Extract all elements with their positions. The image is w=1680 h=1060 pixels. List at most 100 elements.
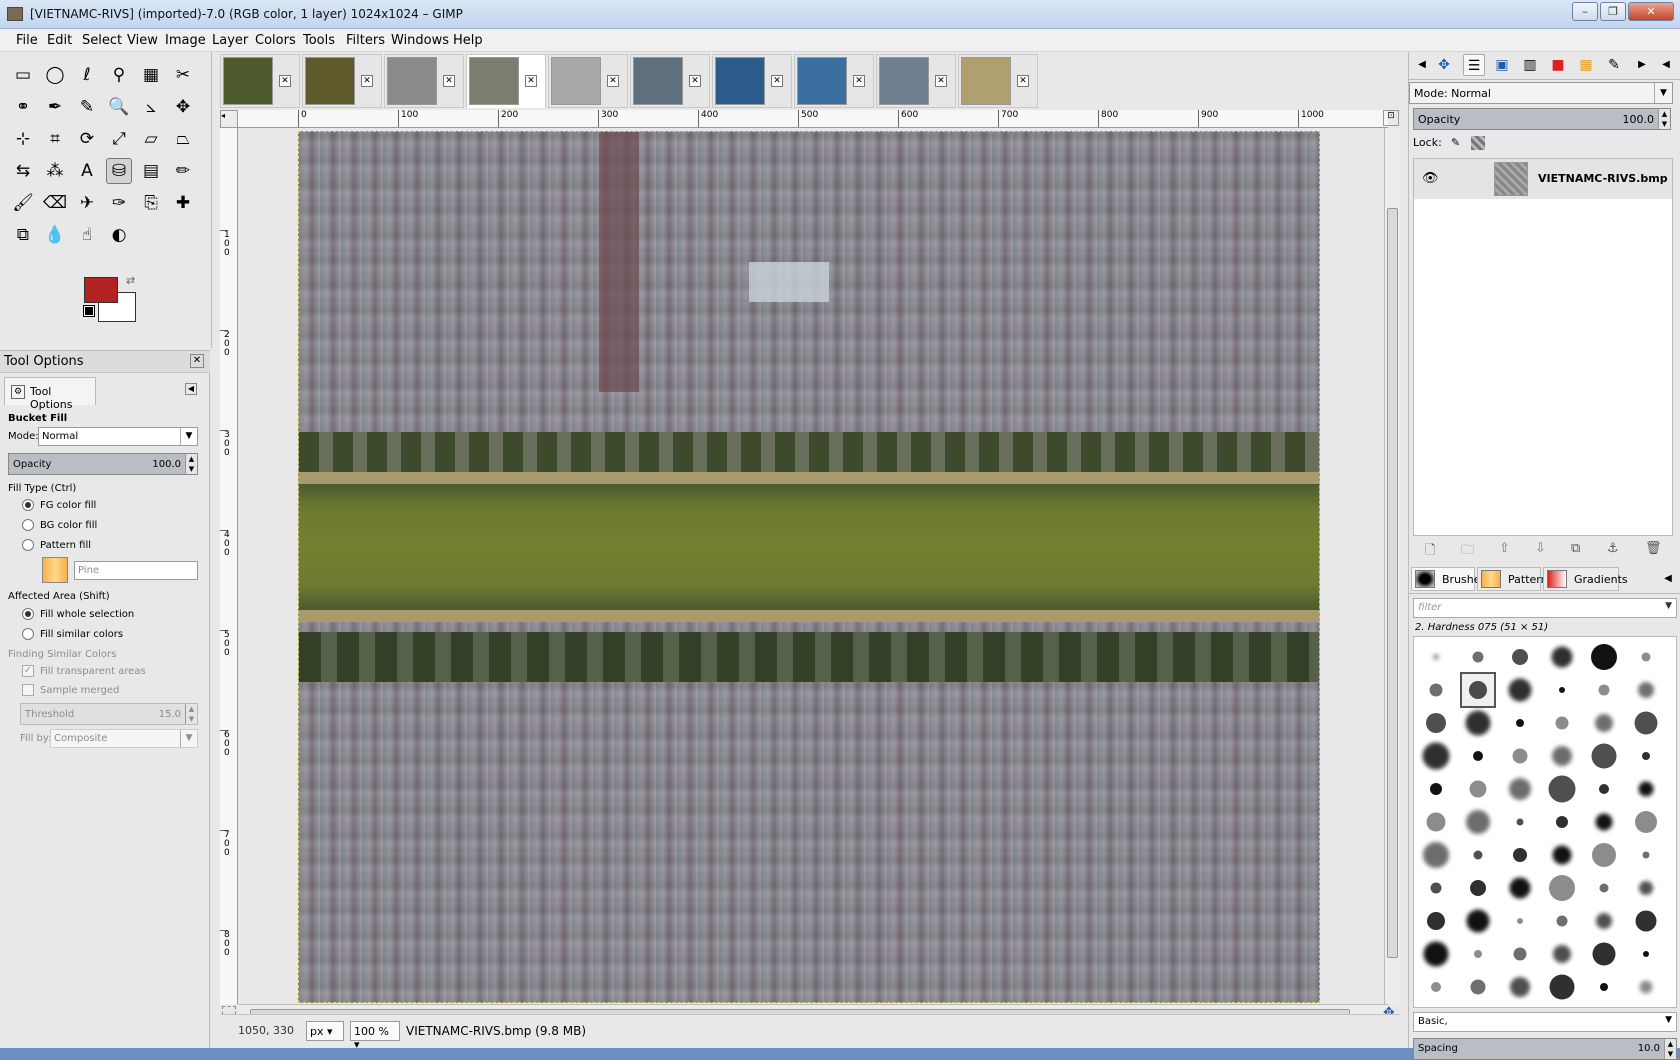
visibility-eye-icon[interactable]: 👁: [1422, 171, 1439, 186]
lock-alpha-icon[interactable]: [1471, 136, 1485, 150]
color-picker-icon[interactable]: ✎: [74, 94, 100, 120]
brush-preview[interactable]: [1504, 707, 1536, 739]
units-dropdown[interactable]: px ▾: [306, 1021, 344, 1041]
lock-pixels-icon[interactable]: ✎: [1451, 136, 1460, 149]
tab-tool-options[interactable]: ⚙ Tool Options: [4, 377, 96, 411]
eraser-icon[interactable]: ⌫: [42, 190, 68, 216]
brush-preview[interactable]: [1630, 839, 1662, 871]
colors-tab-icon[interactable]: ▦: [1575, 54, 1597, 76]
brush-preview[interactable]: [1630, 905, 1662, 937]
image-tab[interactable]: ✕: [794, 54, 874, 108]
brush-preview[interactable]: [1504, 839, 1536, 871]
menu-edit[interactable]: Edit: [47, 33, 72, 48]
brush-preview[interactable]: [1504, 674, 1536, 706]
fill-by-dropdown[interactable]: Composite ▼: [50, 729, 198, 748]
menu-image[interactable]: Image: [165, 33, 206, 48]
brush-preview[interactable]: [1588, 806, 1620, 838]
brush-preview[interactable]: [1546, 839, 1578, 871]
menu-windows[interactable]: Windows: [391, 33, 449, 48]
radio-fg-color-fill[interactable]: [22, 499, 34, 511]
brush-preview[interactable]: [1462, 839, 1494, 871]
ink-icon[interactable]: ✑: [106, 190, 132, 216]
tab-menu-icon[interactable]: ◀: [185, 383, 197, 395]
blend-icon[interactable]: ▤: [138, 158, 164, 184]
smudge-icon[interactable]: ☝: [74, 222, 100, 248]
brush-spacing-slider[interactable]: Spacing 10.0 ▲ ▼: [1413, 1038, 1677, 1060]
layers-tab-icon[interactable]: ☰: [1463, 54, 1485, 76]
close-button[interactable]: ✕: [1628, 2, 1674, 21]
brush-preview[interactable]: [1588, 773, 1620, 805]
brush-preview[interactable]: [1462, 905, 1494, 937]
brush-preview[interactable]: [1588, 641, 1620, 673]
brush-preview[interactable]: [1546, 872, 1578, 904]
mode-dropdown[interactable]: Normal ▼: [38, 427, 198, 446]
free-select-icon[interactable]: ℓ: [74, 62, 100, 88]
heal-icon[interactable]: ✚: [170, 190, 196, 216]
close-panel-icon[interactable]: ✕: [190, 354, 204, 368]
close-tab-icon[interactable]: ✕: [1017, 75, 1029, 87]
menu-help[interactable]: Help: [453, 33, 483, 48]
brush-preview[interactable]: [1546, 971, 1578, 1003]
brush-preview[interactable]: [1588, 674, 1620, 706]
menu-select[interactable]: Select: [82, 33, 122, 48]
menu-filters[interactable]: Filters: [346, 33, 385, 48]
brush-preview[interactable]: [1630, 938, 1662, 970]
brush-preview[interactable]: [1462, 971, 1494, 1003]
opacity-slider[interactable]: Opacity 100.0 ▲ ▼: [8, 453, 198, 475]
brush-preview[interactable]: [1504, 905, 1536, 937]
brush-preview[interactable]: [1504, 773, 1536, 805]
cage-icon[interactable]: ⁂: [42, 158, 68, 184]
align-icon[interactable]: ⊹: [10, 126, 36, 152]
fuzzy-select-icon[interactable]: ⚲: [106, 62, 132, 88]
raise-layer-icon[interactable]: ⇧: [1499, 541, 1510, 556]
brush-preview[interactable]: [1462, 707, 1494, 739]
close-tab-icon[interactable]: ✕: [771, 75, 783, 87]
pattern-swatch[interactable]: [42, 557, 68, 583]
scroll-left-icon[interactable]: ◀: [1411, 54, 1433, 76]
airbrush-icon[interactable]: ✈: [74, 190, 100, 216]
brush-preview[interactable]: [1588, 971, 1620, 1003]
brush-preview[interactable]: [1420, 641, 1452, 673]
ellipse-select-icon[interactable]: ◯: [42, 62, 68, 88]
flip-icon[interactable]: ⇆: [10, 158, 36, 184]
image-tab[interactable]: ✕: [466, 54, 546, 108]
foreground-color-swatch[interactable]: [84, 277, 118, 303]
layer-row[interactable]: 👁 VIETNAMC-RIVS.bmp: [1414, 159, 1672, 199]
brush-preview[interactable]: [1630, 773, 1662, 805]
select-by-color-icon[interactable]: ▦: [138, 62, 164, 88]
measure-icon[interactable]: ⦣: [138, 94, 164, 120]
tab-patterns[interactable]: Patterns: [1477, 567, 1553, 591]
swap-colors-icon[interactable]: ⇄: [126, 274, 135, 287]
brush-tab-icon[interactable]: ✎: [1603, 54, 1625, 76]
radio-fill-similar-colors[interactable]: [22, 628, 34, 640]
brush-preview[interactable]: [1588, 707, 1620, 739]
brush-preview[interactable]: [1546, 740, 1578, 772]
brush-preview[interactable]: [1420, 707, 1452, 739]
move-icon[interactable]: ✥: [170, 94, 196, 120]
brush-preview[interactable]: [1462, 806, 1494, 838]
brush-preview[interactable]: [1630, 740, 1662, 772]
brush-preview[interactable]: [1504, 641, 1536, 673]
brush-preview[interactable]: [1420, 806, 1452, 838]
lower-layer-icon[interactable]: ⇩: [1535, 541, 1546, 556]
clone-icon[interactable]: ⎘: [138, 190, 164, 216]
shear-icon[interactable]: ▱: [138, 126, 164, 152]
close-tab-icon[interactable]: ✕: [689, 75, 701, 87]
dodge-burn-icon[interactable]: ◐: [106, 222, 132, 248]
zoom-icon[interactable]: 🔍: [106, 94, 132, 120]
image-tab[interactable]: ✕: [876, 54, 956, 108]
brush-preview[interactable]: [1588, 905, 1620, 937]
minimize-button[interactable]: –: [1572, 2, 1598, 21]
zoom-toggle-icon[interactable]: ⊡: [1383, 110, 1399, 126]
image-tab[interactable]: ✕: [958, 54, 1038, 108]
tab-gradients[interactable]: Gradients: [1543, 567, 1628, 591]
brush-preview[interactable]: [1630, 806, 1662, 838]
foreground-select-icon[interactable]: ⚭: [10, 94, 36, 120]
zoom-dropdown[interactable]: 100 % ▾: [350, 1021, 400, 1051]
brush-preview[interactable]: [1630, 707, 1662, 739]
brush-preview[interactable]: [1546, 674, 1578, 706]
brush-preview[interactable]: [1546, 773, 1578, 805]
brush-preview[interactable]: [1588, 872, 1620, 904]
undo-tab-icon[interactable]: ■: [1547, 54, 1569, 76]
brush-preview[interactable]: [1588, 938, 1620, 970]
